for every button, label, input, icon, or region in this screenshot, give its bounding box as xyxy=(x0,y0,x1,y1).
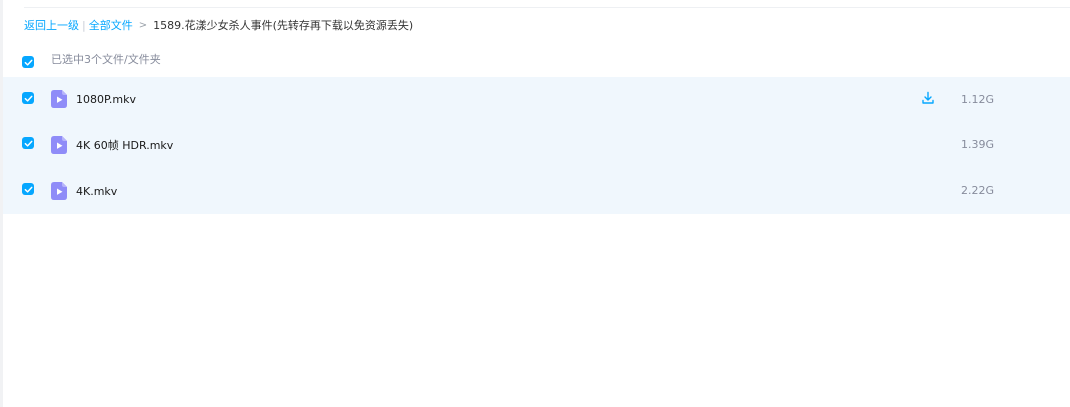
top-divider xyxy=(24,7,1070,8)
file-row[interactable]: 4K.mkv 2.22G xyxy=(3,169,1070,215)
check-icon xyxy=(24,186,32,193)
breadcrumb-arrow-icon: > xyxy=(138,20,148,31)
file-name[interactable]: 4K 60帧 HDR.mkv xyxy=(76,139,173,153)
video-file-icon xyxy=(51,182,67,200)
download-icon[interactable] xyxy=(921,91,935,105)
file-name[interactable]: 1080P.mkv xyxy=(76,93,136,107)
breadcrumb: 返回上一级 | 全部文件 > 1589.花漾少女杀人事件(先转存再下载以免资源丢… xyxy=(24,18,413,34)
all-files-link[interactable]: 全部文件 xyxy=(89,18,133,34)
current-folder-name: 1589.花漾少女杀人事件(先转存再下载以免资源丢失) xyxy=(153,19,414,32)
file-checkbox[interactable] xyxy=(22,92,34,104)
check-icon xyxy=(24,140,32,147)
file-browser-page: 返回上一级 | 全部文件 > 1589.花漾少女杀人事件(先转存再下载以免资源丢… xyxy=(0,0,1070,407)
file-list: 1080P.mkv 1.12G 4K 60帧 HDR.mkv 1.39G 4K.… xyxy=(3,77,1070,214)
file-size: 1.12G xyxy=(961,93,995,106)
breadcrumb-separator: | xyxy=(82,19,86,32)
back-link[interactable]: 返回上一级 xyxy=(24,18,79,34)
check-icon xyxy=(24,95,32,102)
file-row[interactable]: 1080P.mkv 1.12G xyxy=(3,77,1070,123)
select-all-checkbox[interactable] xyxy=(22,56,34,68)
video-file-icon xyxy=(51,136,67,154)
file-checkbox[interactable] xyxy=(22,183,34,195)
selection-summary: 已选中3个文件/文件夹 xyxy=(51,53,161,66)
file-checkbox[interactable] xyxy=(22,137,34,149)
file-name[interactable]: 4K.mkv xyxy=(76,185,117,199)
check-icon xyxy=(24,59,32,66)
file-size: 1.39G xyxy=(961,138,995,151)
file-row[interactable]: 4K 60帧 HDR.mkv 1.39G xyxy=(3,123,1070,169)
video-file-icon xyxy=(51,90,67,108)
file-size: 2.22G xyxy=(961,184,995,197)
